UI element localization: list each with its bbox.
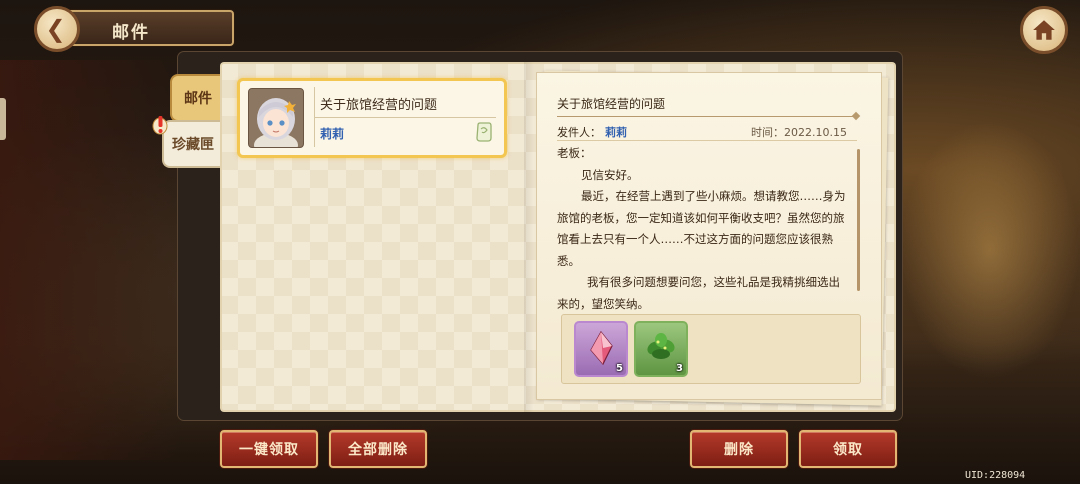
side-drawer-handle[interactable]	[0, 98, 6, 140]
green-herb-icon	[647, 333, 675, 359]
delete-all-label: 全部删除	[348, 442, 408, 458]
scroll-letter-icon	[476, 122, 492, 142]
sender-avatar	[248, 88, 304, 148]
tab-treasure-box-label: 珍藏匣	[172, 137, 214, 153]
title-bar: 邮件 ❮	[34, 6, 234, 52]
letter-scrollbar[interactable]	[857, 149, 860, 291]
letter-meta-rule	[557, 140, 857, 141]
rule-ornament	[851, 111, 861, 121]
tab-mail[interactable]: 邮件	[170, 74, 224, 122]
letter: 关于旅馆经营的问题 发件人： 莉莉 时间：2022.10.15 老板： 见信安好…	[536, 72, 882, 400]
mail-item-title: 关于旅馆经营的问题	[320, 98, 438, 113]
pink-crystal-icon	[590, 330, 613, 366]
attachment-item[interactable]: 3	[634, 321, 688, 377]
alert-icon	[152, 116, 168, 135]
attachment-count: 5	[616, 363, 623, 374]
back-arrow-icon: ❮	[45, 15, 66, 43]
attachment-count: 3	[676, 363, 683, 374]
letter-greeting: 见信安好。	[581, 167, 639, 182]
page-title: 邮件	[112, 23, 150, 43]
letter-paragraph-2: 我有很多问题想要问您，这些礼品是我精挑细选出来的，望您笑纳。	[557, 275, 840, 311]
mail-list-item[interactable]: 关于旅馆经营的问题 莉莉	[237, 78, 507, 158]
home-button[interactable]	[1020, 6, 1068, 54]
sender-label: 发件人：	[557, 126, 601, 139]
tab-mail-label: 邮件	[184, 91, 212, 107]
delete-all-button[interactable]: 全部删除	[329, 430, 427, 468]
user-id: UID:228094	[965, 470, 1026, 481]
back-button[interactable]: ❮	[34, 6, 80, 52]
claim-all-label: 一键领取	[239, 442, 299, 458]
delete-label: 删除	[724, 442, 754, 458]
claim-button[interactable]: 领取	[799, 430, 897, 468]
sender-name: 莉莉	[605, 126, 627, 139]
girl-portrait-icon	[249, 89, 303, 147]
home-icon	[1033, 20, 1055, 40]
mail-item-sender: 莉莉	[320, 127, 345, 141]
letter-date: 时间：2022.10.15	[751, 126, 847, 139]
delete-button[interactable]: 删除	[690, 430, 788, 468]
letter-body: 老板： 见信安好。 最近，在经营上遇到了些小麻烦。想请教您……身为旅馆的老板，您…	[557, 143, 847, 315]
claim-all-button[interactable]: 一键领取	[220, 430, 318, 468]
letter-paragraph-1: 最近，在经营上遇到了些小麻烦。想请教您……身为旅馆的老板，您一定知道该如何平衡收…	[557, 189, 846, 268]
claim-label: 领取	[833, 442, 863, 458]
letter-salutation: 老板：	[557, 146, 592, 160]
paper-fold	[524, 62, 534, 412]
attachment-item[interactable]: 5	[574, 321, 628, 377]
attachment-area: 5 3	[561, 314, 861, 384]
item-divider	[314, 117, 496, 118]
letter-title: 关于旅馆经营的问题	[557, 97, 666, 111]
letter-title-rule	[557, 116, 857, 117]
background-glow	[900, 120, 1080, 380]
tab-treasure-box[interactable]: 珍藏匣	[162, 120, 222, 168]
